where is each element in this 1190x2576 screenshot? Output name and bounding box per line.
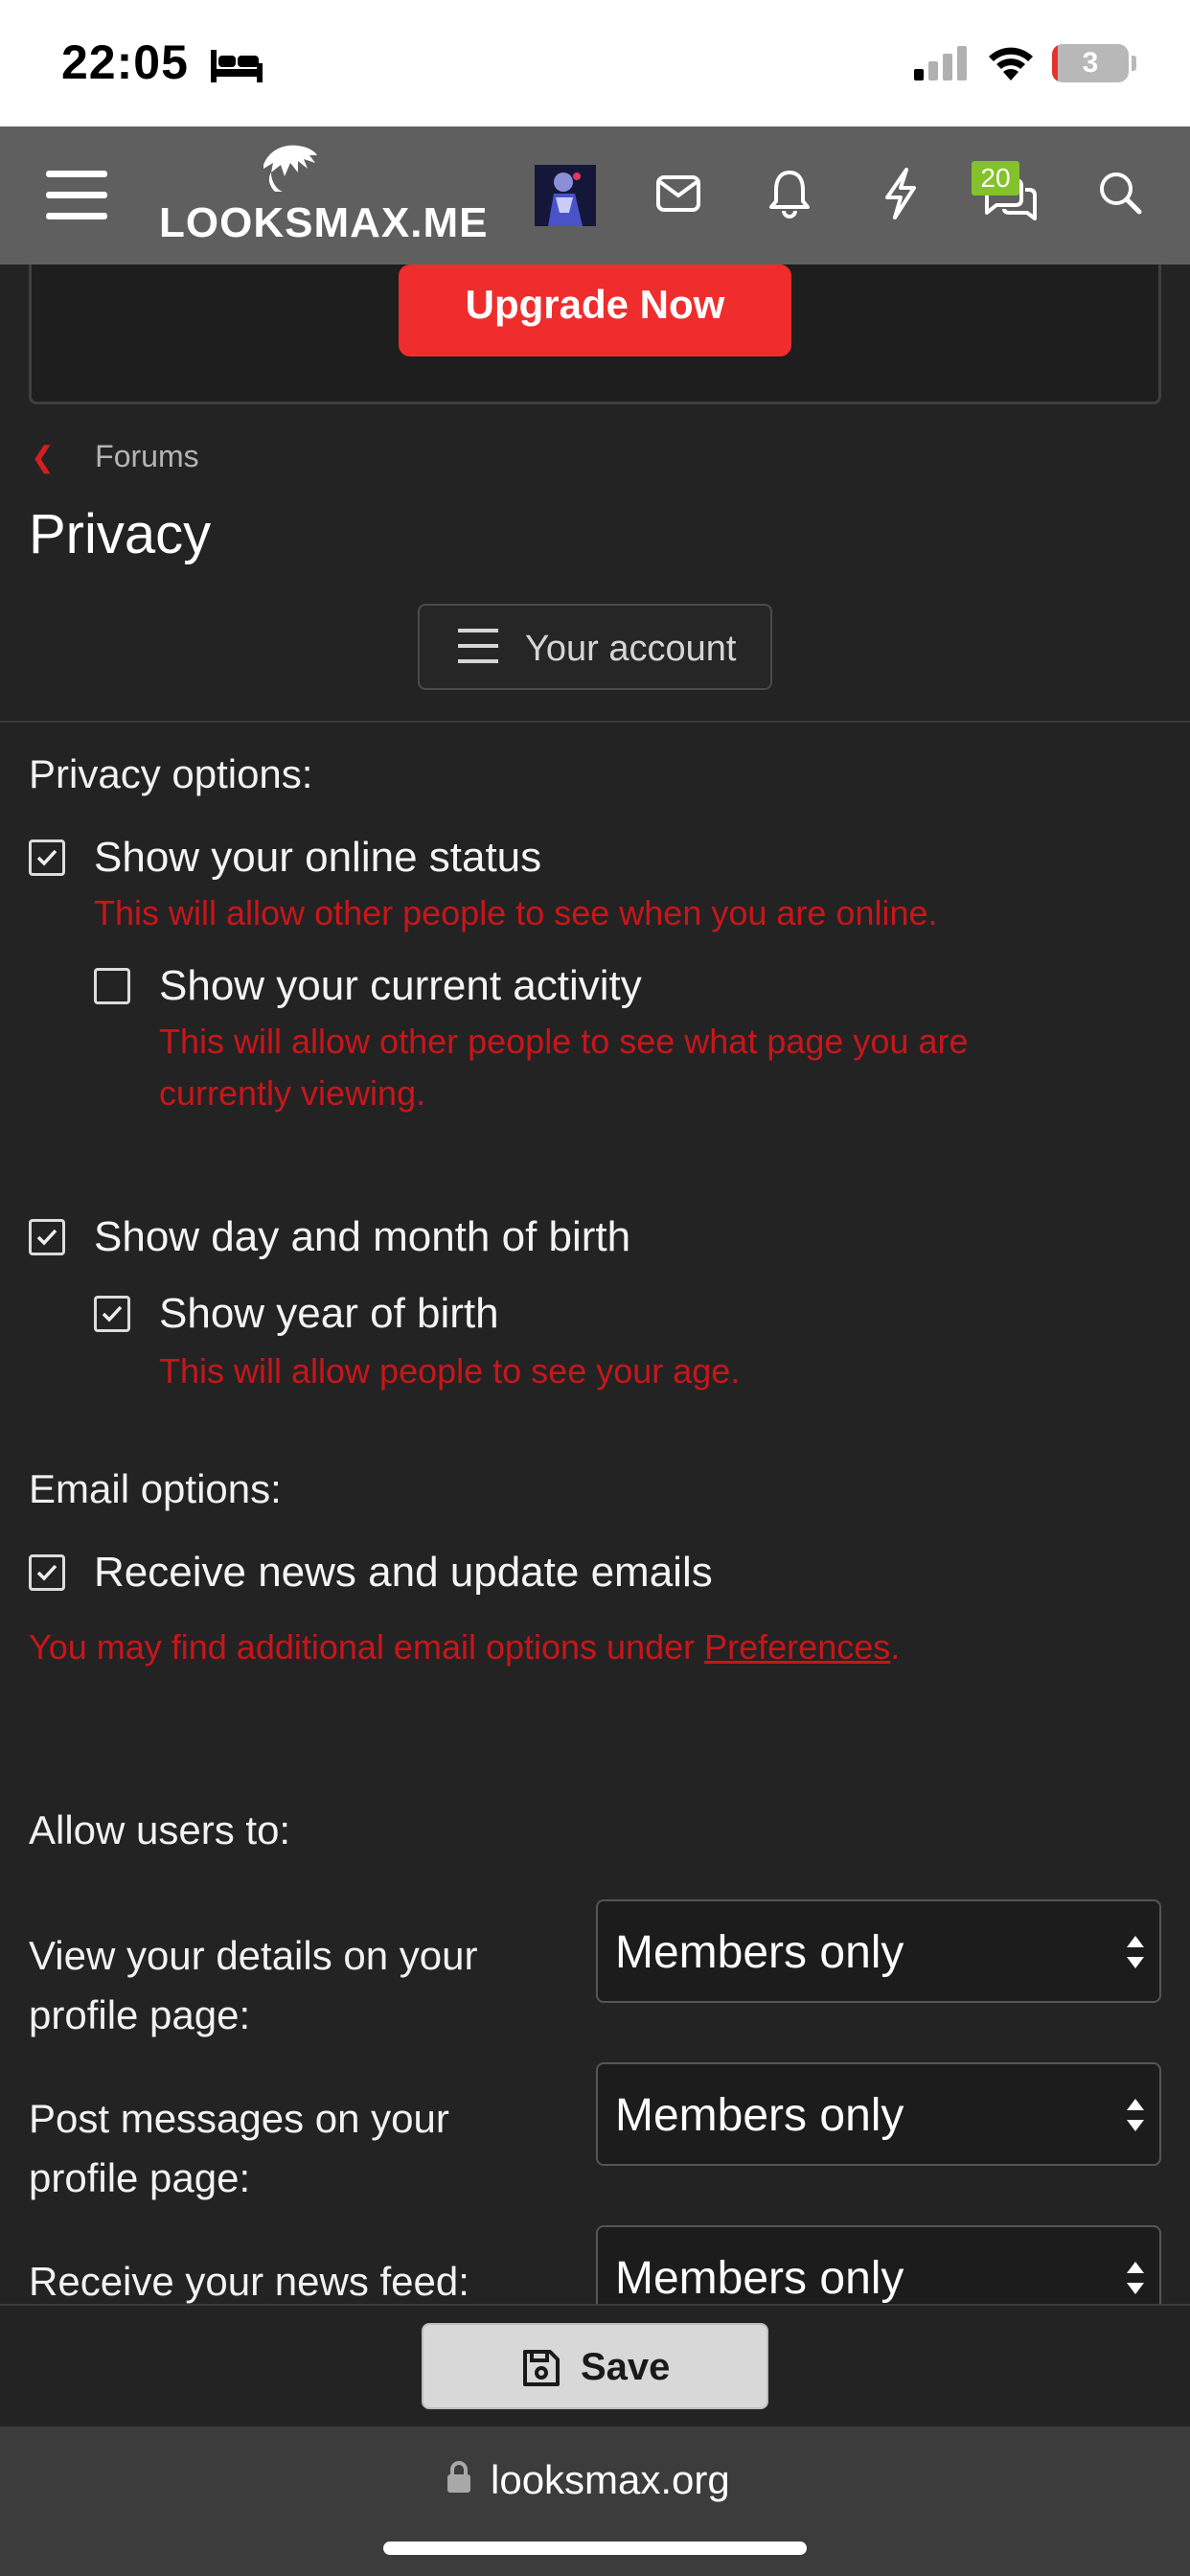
online-status-checkbox[interactable] — [29, 840, 65, 876]
year-of-birth-hint: This will allow people to see your age. — [159, 1351, 741, 1391]
view-details-value: Members only — [615, 1927, 904, 1978]
upgrade-now-button[interactable]: Upgrade Now — [399, 264, 791, 356]
online-status-hint: This will allow other people to see when… — [94, 893, 938, 932]
dob-checkbox[interactable] — [29, 1219, 65, 1255]
view-details-select[interactable]: Members only — [596, 1899, 1161, 2003]
view-details-label: View your details on your profile page: — [29, 1926, 565, 2045]
breadcrumb-link[interactable]: Forums — [95, 439, 198, 473]
lock-icon — [447, 2461, 470, 2493]
current-activity-checkbox[interactable] — [94, 968, 130, 1004]
cellular-signal-icon — [914, 46, 967, 80]
email-hint-text: You may find additional email options un… — [29, 1627, 705, 1667]
page-title: Privacy — [29, 503, 212, 565]
battery-indicator: 3 — [1052, 44, 1129, 82]
privacy-options-label: Privacy options: — [29, 751, 313, 796]
url-text[interactable]: looksmax.org — [491, 2457, 730, 2503]
search-icon[interactable] — [1098, 171, 1142, 215]
menu-icon[interactable] — [46, 171, 107, 220]
logo-hair-icon — [263, 145, 317, 192]
logo-text: LOOKSMAX.ME — [159, 199, 489, 246]
current-activity-label[interactable]: Show your current activity — [159, 962, 642, 1010]
email-preferences-hint: You may find additional email options un… — [29, 1622, 900, 1673]
news-feed-label: Receive your news feed: — [29, 2252, 565, 2312]
save-icon — [523, 2350, 560, 2386]
check-icon — [36, 849, 57, 866]
status-time: 22:05 — [61, 35, 189, 89]
check-icon — [102, 1305, 123, 1322]
site-header: LOOKSMAX.ME 20 — [0, 126, 1190, 264]
avatar-image — [535, 165, 596, 226]
news-emails-checkbox[interactable] — [29, 1554, 65, 1591]
user-avatar[interactable] — [535, 165, 596, 226]
view-details-label-line1: View your details on your — [29, 1933, 478, 1978]
menu-lines-icon — [458, 629, 498, 665]
wifi-icon — [989, 47, 1033, 80]
post-messages-label: Post messages on your profile page: — [29, 2089, 565, 2208]
current-activity-hint-line2: currently viewing. — [159, 1073, 426, 1113]
news-emails-label[interactable]: Receive news and update emails — [94, 1549, 713, 1597]
chevron-left-icon: ❮ — [31, 442, 56, 473]
post-messages-select[interactable]: Members only — [596, 2062, 1161, 2166]
site-logo[interactable]: LOOKSMAX.ME — [159, 144, 487, 249]
bell-icon[interactable] — [768, 169, 811, 218]
bolt-icon[interactable] — [881, 167, 920, 220]
status-bar: 22:05 3 — [0, 0, 1190, 126]
select-arrows-icon — [1127, 2262, 1144, 2294]
select-arrows-icon — [1127, 1936, 1144, 1968]
divider — [0, 721, 1190, 723]
email-hint-suffix: . — [890, 1627, 901, 1667]
dob-label[interactable]: Show day and month of birth — [94, 1213, 630, 1261]
browser-url-bar[interactable]: looksmax.org — [0, 2426, 1190, 2576]
allow-users-label: Allow users to: — [29, 1807, 291, 1852]
save-button[interactable]: Save — [422, 2323, 768, 2409]
form-submit-bar: Save — [0, 2304, 1190, 2426]
save-label: Save — [581, 2346, 671, 2388]
current-activity-hint-line1: This will allow other people to see what… — [159, 1022, 969, 1061]
preferences-link[interactable]: Preferences — [704, 1627, 890, 1667]
select-arrows-icon — [1127, 2099, 1144, 2131]
battery-nub — [1132, 56, 1136, 71]
conversations-badge: 20 — [972, 161, 1019, 196]
post-messages-value: Members only — [615, 2090, 904, 2141]
online-status-label[interactable]: Show your online status — [94, 834, 541, 882]
view-details-label-line2: profile page: — [29, 1992, 251, 2037]
email-options-label: Email options: — [29, 1466, 282, 1511]
check-icon — [36, 1564, 57, 1581]
news-feed-value: Members only — [615, 2253, 904, 2304]
year-of-birth-label[interactable]: Show year of birth — [159, 1290, 499, 1338]
check-icon — [36, 1229, 57, 1246]
sleep-focus-icon — [211, 50, 263, 82]
home-indicator[interactable] — [383, 2542, 807, 2555]
your-account-label: Your account — [525, 629, 737, 669]
post-messages-label-line1: Post messages on your — [29, 2096, 449, 2141]
year-of-birth-checkbox[interactable] — [94, 1296, 130, 1332]
breadcrumb[interactable]: ❮ Forums — [31, 439, 199, 474]
your-account-button[interactable]: Your account — [418, 604, 772, 690]
post-messages-label-line2: profile page: — [29, 2155, 251, 2200]
news-feed-label-line1: Receive your news feed: — [29, 2259, 469, 2304]
inbox-icon[interactable] — [655, 174, 701, 213]
